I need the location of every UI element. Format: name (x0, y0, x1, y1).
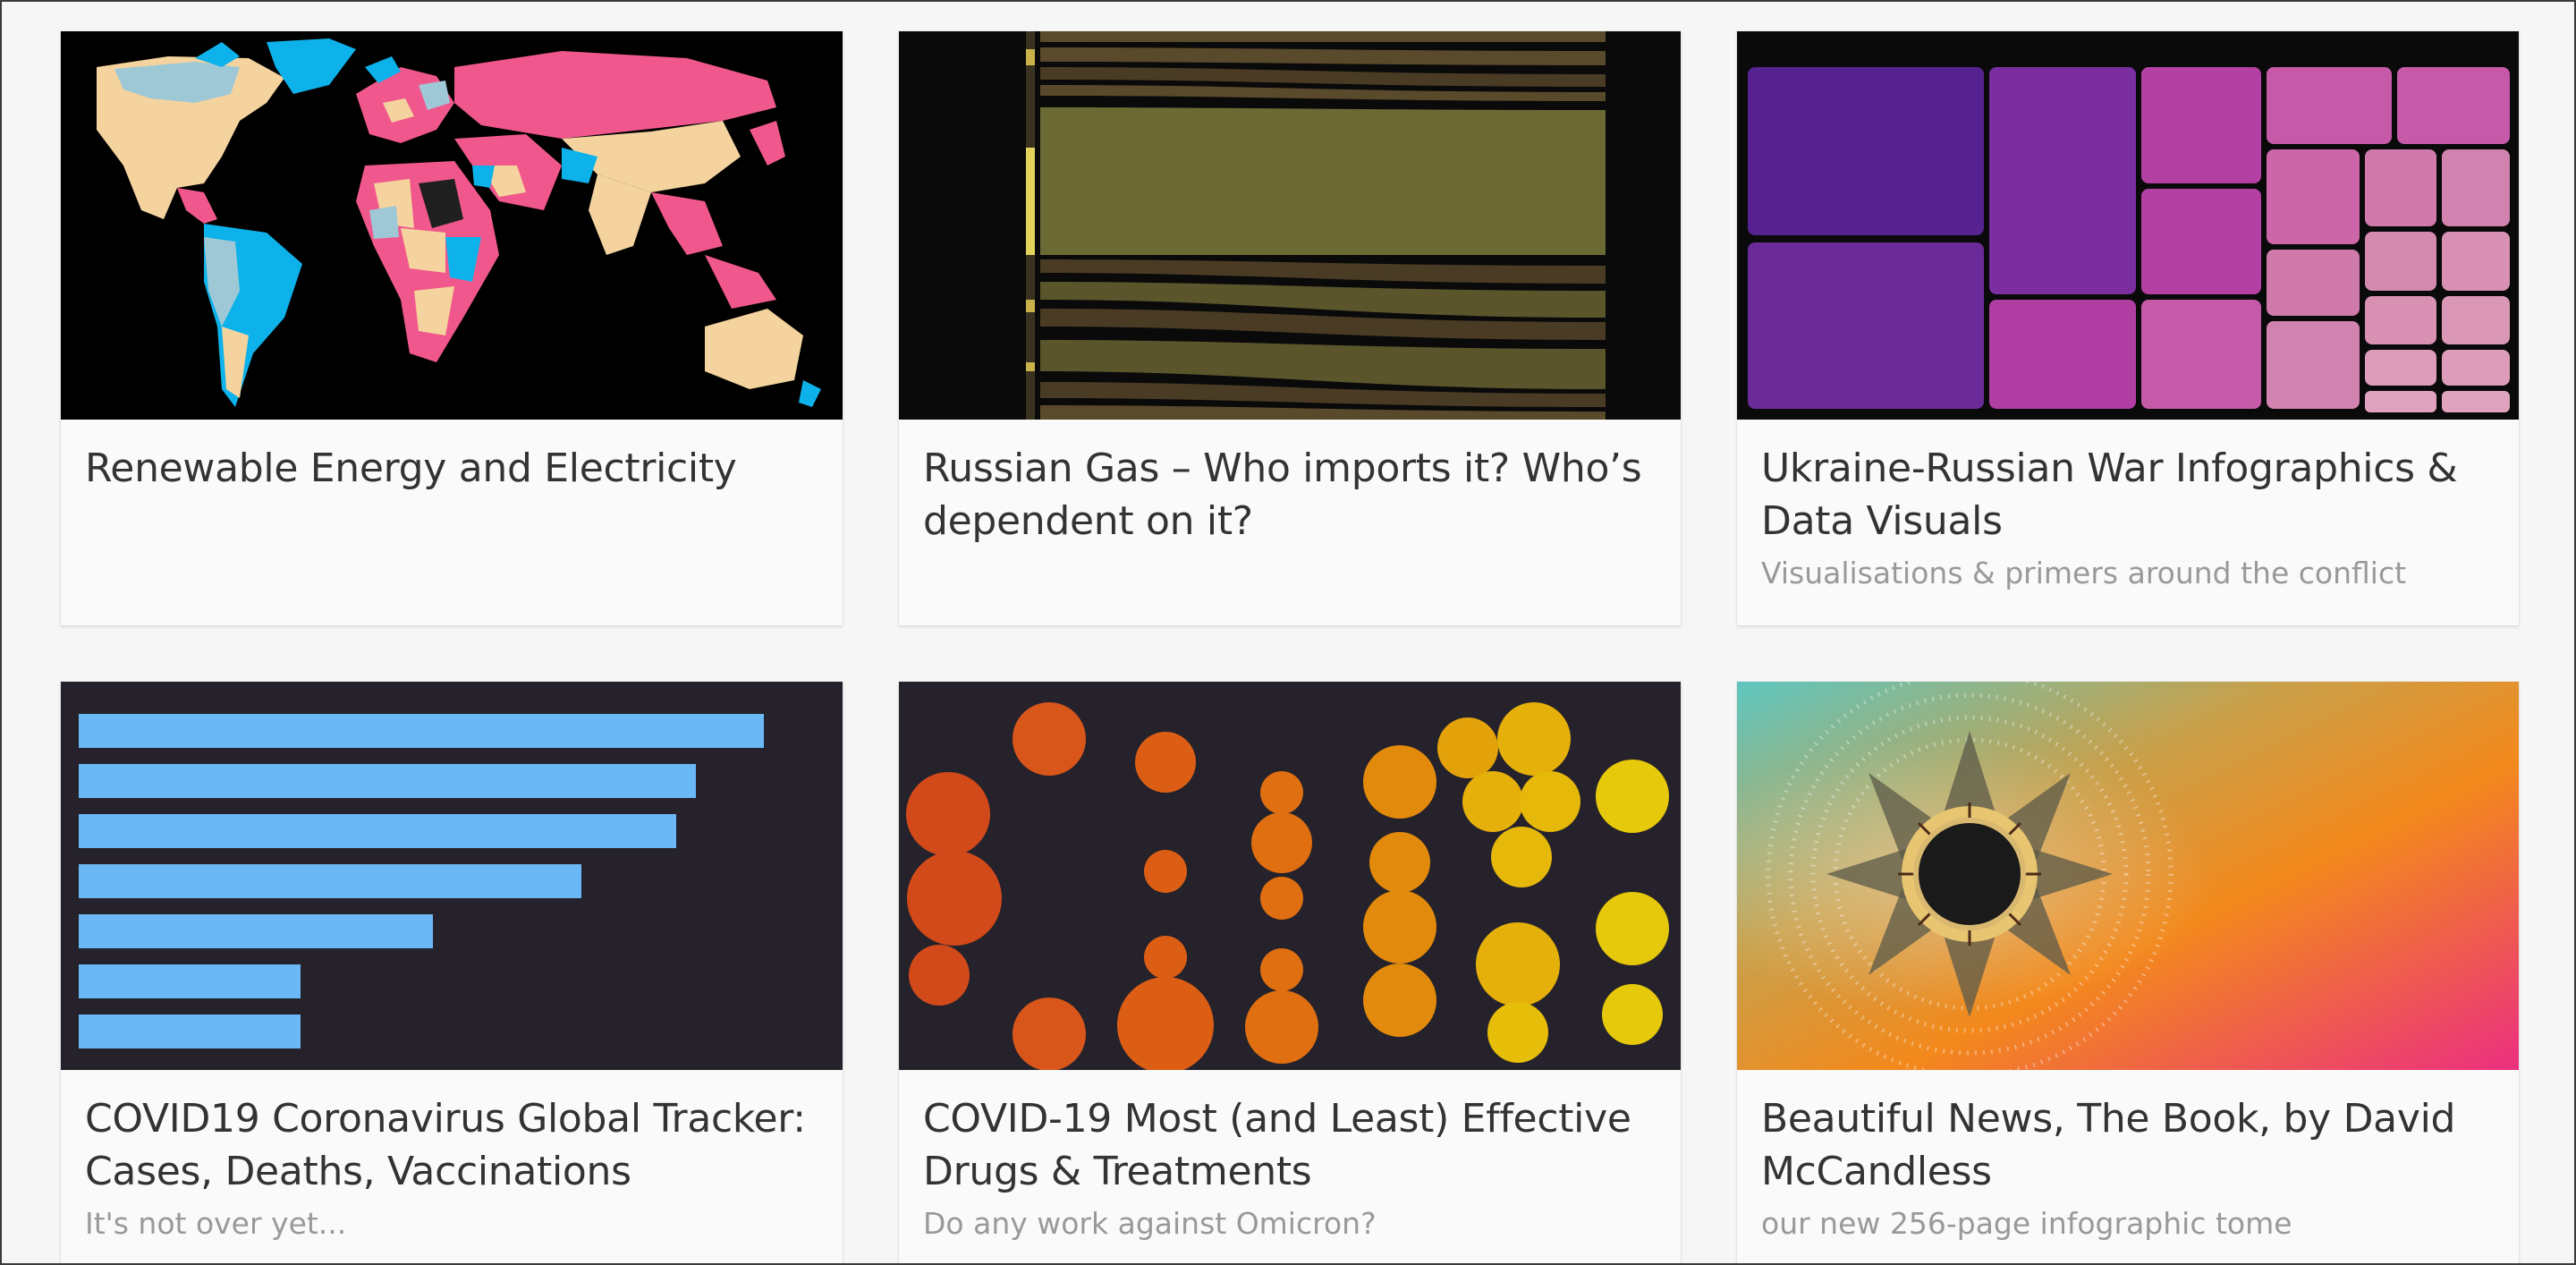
article-card-ukraine-war[interactable]: Ukraine-Russian War Infographics & Data … (1737, 31, 2519, 625)
card-subtitle: our new 256-page infographic tome (1761, 1206, 2292, 1241)
thumbnail-bubble-chart[interactable] (899, 682, 1681, 1070)
sunburst-image (1737, 682, 2519, 1070)
thumbnail-bar-chart[interactable] (61, 682, 843, 1070)
article-card-renewable-energy[interactable]: Renewable Energy and Electricity (61, 31, 843, 625)
card-title[interactable]: COVID-19 Most (and Least) Effective Drug… (923, 1092, 1657, 1198)
article-card-covid-drugs[interactable]: COVID-19 Most (and Least) Effective Drug… (899, 682, 1681, 1263)
world-map-image (61, 31, 843, 420)
card-title[interactable]: COVID19 Coronavirus Global Tracker: Case… (85, 1092, 818, 1198)
article-card-beautiful-news-book[interactable]: Beautiful News, The Book, by David McCan… (1737, 682, 2519, 1263)
card-title[interactable]: Ukraine-Russian War Infographics & Data … (1761, 442, 2495, 548)
card-subtitle: Do any work against Omicron? (923, 1206, 1377, 1241)
thumbnail-world-map[interactable] (61, 31, 843, 420)
card-subtitle: Visualisations & primers around the conf… (1761, 556, 2407, 590)
article-card-russian-gas[interactable]: Russian Gas – Who imports it? Who’s depe… (899, 31, 1681, 625)
screenshot-frame: Renewable Energy and Electricity Russian… (0, 0, 2576, 1265)
bar-chart-image (61, 682, 843, 1070)
thumbnail-treemap[interactable] (1737, 31, 2519, 420)
article-card-covid-tracker[interactable]: COVID19 Coronavirus Global Tracker: Case… (61, 682, 843, 1263)
card-subtitle: It's not over yet... (85, 1206, 347, 1241)
thumbnail-sankey-flow[interactable] (899, 31, 1681, 420)
card-title[interactable]: Beautiful News, The Book, by David McCan… (1761, 1092, 2495, 1198)
bubble-chart-image (899, 682, 1681, 1070)
sankey-flow-image (899, 31, 1681, 420)
treemap-image (1737, 31, 2519, 420)
thumbnail-sunburst-book[interactable] (1737, 682, 2519, 1070)
card-title[interactable]: Russian Gas – Who imports it? Who’s depe… (923, 442, 1657, 548)
card-title[interactable]: Renewable Energy and Electricity (85, 442, 818, 495)
